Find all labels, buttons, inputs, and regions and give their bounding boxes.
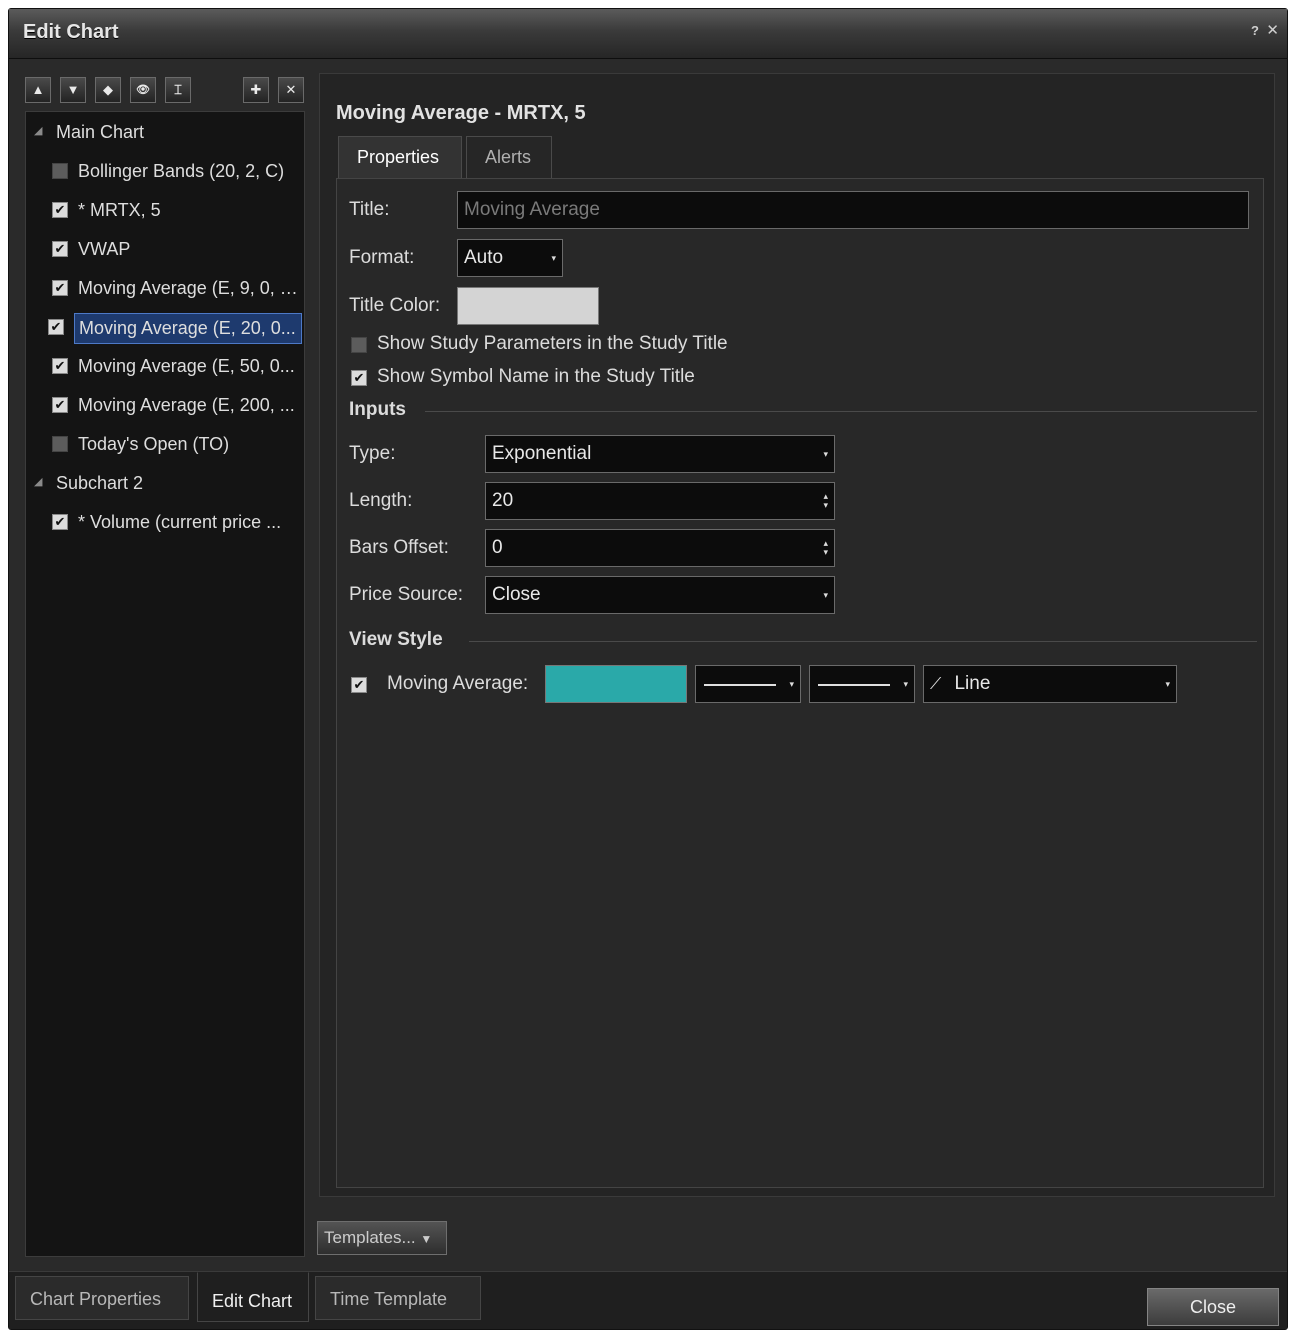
tree-item[interactable]: ✔ * Volume (current price ... (26, 506, 304, 538)
tab-edit-chart[interactable]: Edit Chart (197, 1272, 309, 1322)
tree-item-checkbox[interactable]: ✔ (48, 319, 64, 335)
length-label: Length: (349, 490, 413, 511)
add-icon[interactable]: ✚ (243, 77, 269, 103)
tree-item[interactable]: ✔ Moving Average (E, 200, ... (26, 389, 304, 421)
study-header: Moving Average - MRTX, 5 (336, 102, 586, 124)
visibility-icon[interactable]: 👁 (130, 77, 156, 103)
tree-item-checkbox[interactable]: ✔ (52, 397, 68, 413)
tree-group-main-chart[interactable]: ◢ Main Chart (26, 116, 304, 148)
moving-average-label: Moving Average: (387, 673, 529, 694)
tree-item-checkbox[interactable]: ✔ (52, 241, 68, 257)
tree-item[interactable]: ✔ VWAP (26, 233, 304, 265)
spinner-icon[interactable]: ▴ ▾ (823, 539, 828, 557)
bars-offset-label: Bars Offset: (349, 537, 449, 558)
dropdown-arrow-icon: ▾ (903, 679, 908, 689)
dialog-title: Edit Chart (23, 21, 119, 43)
bottom-bar: Chart Properties Edit Chart Time Templat… (9, 1271, 1287, 1329)
move-down-icon[interactable]: ▼ (60, 77, 86, 103)
tree-item-checkbox[interactable]: ✔ (52, 280, 68, 296)
tab-properties[interactable]: Properties (338, 136, 462, 178)
view-style-section: View Style (349, 629, 1257, 653)
tree-item[interactable]: ✔ Moving Average (E, 50, 0... (26, 350, 304, 382)
inputs-section: Inputs (349, 399, 1257, 423)
show-params-label: Show Study Parameters in the Study Title (377, 333, 728, 354)
study-properties-panel: Moving Average - MRTX, 5 Properties Aler… (319, 73, 1275, 1197)
tab-alerts[interactable]: Alerts (466, 136, 552, 178)
dropdown-arrow-icon: ▾ (789, 679, 794, 689)
title-bar: Edit Chart ? ✕ (9, 9, 1287, 59)
tree-item-checkbox[interactable]: ✔ (52, 163, 68, 179)
line-width-icon (704, 684, 776, 686)
line-chart-icon: ⟋ (930, 676, 942, 693)
line-style-icon (818, 684, 890, 686)
price-source-label: Price Source: (349, 584, 464, 605)
format-label: Format: (349, 247, 415, 268)
plot-type-select[interactable]: ⟋ Line ▾ (923, 665, 1177, 703)
title-input[interactable]: Moving Average (457, 191, 1249, 229)
dropdown-arrow-icon: ▾ (823, 590, 828, 600)
move-up-icon[interactable]: ▲ (25, 77, 51, 103)
type-label: Type: (349, 443, 396, 464)
title-color-swatch[interactable] (457, 287, 599, 325)
tree-group-subchart-2[interactable]: ◢ Subchart 2 (26, 467, 304, 499)
dropdown-arrow-icon: ▾ (1165, 679, 1170, 689)
show-params-checkbox[interactable]: ✔ (351, 337, 367, 353)
price-source-select[interactable]: Close ▾ (485, 576, 835, 614)
dropdown-arrow-icon: ▾ (551, 253, 556, 263)
tree-item[interactable]: ✔ Bollinger Bands (20, 2, C) (26, 155, 304, 187)
tree-item-selected[interactable]: ✔ Moving Average (E, 20, 0... (26, 311, 304, 347)
moving-average-visible-checkbox[interactable]: ✔ (351, 677, 367, 693)
show-symbol-label: Show Symbol Name in the Study Title (377, 366, 695, 387)
study-tree: ◢ Main Chart ✔ Bollinger Bands (20, 2, C… (25, 111, 305, 1257)
tree-item[interactable]: ✔ Today's Open (TO) (26, 428, 304, 460)
templates-button[interactable]: Templates... ▼ (317, 1221, 447, 1255)
title-label: Title: (349, 199, 390, 220)
moving-average-color-swatch[interactable] (545, 665, 687, 703)
tree-item-checkbox[interactable]: ✔ (52, 514, 68, 530)
line-width-select[interactable]: ▾ (695, 665, 801, 703)
show-symbol-checkbox[interactable]: ✔ (351, 370, 367, 386)
title-color-label: Title Color: (349, 295, 441, 316)
line-style-select[interactable]: ▾ (809, 665, 915, 703)
chevron-down-icon: ▼ (420, 1232, 433, 1246)
close-button[interactable]: Close (1147, 1288, 1279, 1326)
dropdown-arrow-icon: ▾ (823, 449, 828, 459)
type-select[interactable]: Exponential ▾ (485, 435, 835, 473)
tree-item-checkbox[interactable]: ✔ (52, 358, 68, 374)
stack-icon[interactable]: ⌶ (165, 77, 191, 103)
tree-item[interactable]: ✔ Moving Average (E, 9, 0, C) (26, 272, 304, 304)
properties-form: Title: Moving Average Format: Auto ▾ Tit… (336, 178, 1264, 1188)
bars-offset-stepper[interactable]: 0 ▴ ▾ (485, 529, 835, 567)
help-icon[interactable]: ? (1251, 23, 1259, 38)
tree-toolbar: ▲ ▼ ◆ 👁 ⌶ ✚ ✕ (25, 77, 305, 107)
collapse-arrow-icon[interactable]: ◢ (34, 124, 42, 137)
close-icon[interactable]: ✕ (1266, 21, 1279, 39)
length-stepper[interactable]: 20 ▴ ▾ (485, 482, 835, 520)
spinner-icon[interactable]: ▴ ▾ (823, 492, 828, 510)
remove-icon[interactable]: ✕ (278, 77, 304, 103)
study-tree-panel: ▲ ▼ ◆ 👁 ⌶ ✚ ✕ ◢ Main Chart ✔ Bollinger B… (23, 71, 305, 1257)
tab-chart-properties[interactable]: Chart Properties (15, 1276, 189, 1320)
tree-item[interactable]: ✔ * MRTX, 5 (26, 194, 304, 226)
expand-icon[interactable]: ◆ (95, 77, 121, 103)
tab-time-template[interactable]: Time Template (315, 1276, 481, 1320)
collapse-arrow-icon[interactable]: ◢ (34, 475, 42, 488)
format-select[interactable]: Auto ▾ (457, 239, 563, 277)
tree-item-checkbox[interactable]: ✔ (52, 202, 68, 218)
tree-item-checkbox[interactable]: ✔ (52, 436, 68, 452)
edit-chart-dialog: Edit Chart ? ✕ ▲ ▼ ◆ 👁 ⌶ ✚ ✕ ◢ Main Char… (8, 8, 1288, 1330)
